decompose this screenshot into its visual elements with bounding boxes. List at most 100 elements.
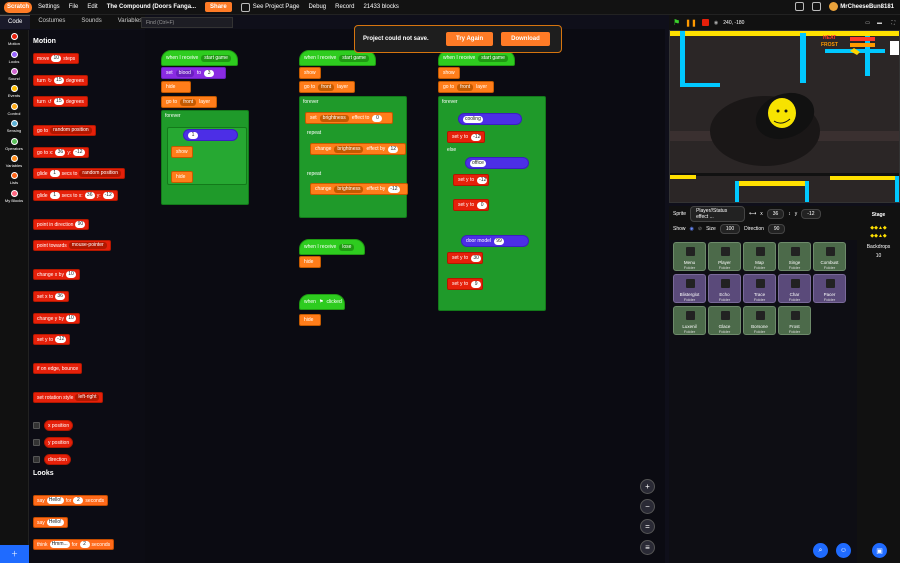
block-dropdown[interactable]: lose <box>339 243 355 251</box>
show-hidden-icon[interactable]: ⊘ <box>698 226 702 232</box>
hide-block[interactable]: hide <box>299 314 321 326</box>
cooling-condition[interactable]: cooling <box>458 113 522 125</box>
block-input[interactable]: 99 <box>494 237 505 245</box>
block-dropdown[interactable]: front <box>318 83 335 91</box>
category-motion[interactable]: Motion <box>0 32 28 47</box>
size-field[interactable]: 100 <box>719 223 741 234</box>
stop-icon[interactable] <box>701 19 709 26</box>
category-my-blocks[interactable]: My Blocks <box>0 189 28 204</box>
block-input[interactable]: office <box>470 159 486 167</box>
settings-menu[interactable]: Settings <box>38 4 60 10</box>
green-flag-icon[interactable]: ⚑ <box>673 18 680 27</box>
tab-sounds[interactable]: Sounds <box>73 15 109 29</box>
messages-icon[interactable] <box>795 2 805 11</box>
block-input[interactable]: -12 <box>73 149 85 156</box>
block-input[interactable]: 2 <box>73 497 84 504</box>
share-button[interactable]: Share <box>205 2 232 12</box>
block-input[interactable]: -12 <box>55 336 67 343</box>
stage-canvas[interactable]: HEAT FROST <box>669 30 900 203</box>
block-input[interactable]: 36 <box>55 149 66 156</box>
zoom-out-button[interactable]: − <box>640 499 655 514</box>
block-input[interactable]: 15 <box>53 98 64 105</box>
block-dropdown[interactable]: left-right <box>75 394 100 401</box>
block-input[interactable]: 10 <box>65 271 76 278</box>
block-input[interactable]: -12 <box>471 133 482 141</box>
x-field[interactable]: 36 <box>766 208 785 219</box>
block-input[interactable]: Hello! <box>46 497 64 504</box>
block-input[interactable]: Hello! <box>46 519 64 526</box>
block-dropdown[interactable]: front <box>457 83 474 91</box>
point-towards-block[interactable]: point towards mouse-pointer <box>33 240 111 251</box>
block-input[interactable]: 30 <box>471 254 482 262</box>
block-dropdown[interactable]: blood <box>175 69 194 77</box>
block-dropdown[interactable]: mouse-pointer <box>68 242 107 249</box>
set-x-block[interactable]: set x to 36 <box>33 291 70 302</box>
show-block[interactable]: show <box>171 146 193 158</box>
block-input[interactable]: 1 <box>188 131 198 139</box>
sprite-folder[interactable]: Combust Folder <box>813 242 846 271</box>
show-visible-icon[interactable]: ◉ <box>690 226 694 232</box>
block-input[interactable]: cooling <box>463 115 483 123</box>
set-y-block[interactable]: set y to -12 <box>33 334 71 345</box>
sprite-folder[interactable]: Menu Folder <box>673 242 706 271</box>
account-menu[interactable]: MrCheeseBun8181 <box>829 2 894 11</box>
find-input[interactable]: Find (Ctrl+F) <box>141 17 233 28</box>
set-y-block[interactable]: set y to 9 <box>447 278 483 290</box>
think-for-block[interactable]: think Hmm... for 2 seconds <box>33 539 115 550</box>
block-input[interactable]: 1 <box>49 170 60 177</box>
block-dropdown[interactable]: start game <box>201 54 231 62</box>
y-field[interactable]: -12 <box>801 208 821 219</box>
category-looks[interactable]: Looks <box>0 49 28 64</box>
hide-block[interactable]: hide <box>171 171 193 183</box>
block-input[interactable]: 2 <box>79 541 90 548</box>
turn-right-block[interactable]: turn ↻ 15 degrees <box>33 75 88 86</box>
sprite-folder[interactable]: Pacer Folder <box>813 274 846 303</box>
record-menu[interactable]: Record <box>335 4 354 10</box>
block-input[interactable]: 36 <box>55 293 66 300</box>
block-input[interactable]: 0 <box>477 201 488 209</box>
add-backdrop-button[interactable]: ▣ <box>872 543 887 558</box>
hide-block[interactable]: hide <box>161 81 191 93</box>
sprite-folder[interactable]: Luxenil Folder <box>673 306 706 335</box>
tab-costumes[interactable]: Costumes <box>30 15 73 29</box>
change-y-block[interactable]: change y by 10 <box>33 313 80 324</box>
small-stage-icon[interactable]: ▭ <box>865 20 870 26</box>
show-block[interactable]: show <box>299 67 321 79</box>
choose-sprite-button[interactable]: ☺ <box>836 543 851 558</box>
x-position-reporter[interactable]: x position <box>44 420 74 431</box>
y-position-checkbox[interactable] <box>33 439 40 446</box>
block-input[interactable]: 9 <box>471 280 482 288</box>
when-flag-clicked-hat-block[interactable]: when ⚑ clicked <box>299 294 345 310</box>
sprite-folder[interactable]: Echo Folder <box>708 274 741 303</box>
block-dropdown[interactable]: brightness <box>319 114 349 122</box>
when-receive-lose-hat-block[interactable]: when I receive lose <box>299 239 365 255</box>
set-effect-block[interactable]: set brightness effect to 0 <box>305 112 393 124</box>
sprite-folder[interactable]: Glace Folder <box>708 306 741 335</box>
direction-checkbox[interactable] <box>33 456 40 463</box>
edit-menu[interactable]: Edit <box>87 4 97 10</box>
block-dropdown[interactable]: random position <box>50 127 92 134</box>
block-input[interactable]: 12 <box>388 145 399 153</box>
condition-reporter[interactable]: 1 <box>183 129 238 141</box>
block-dropdown[interactable]: start game <box>478 54 508 62</box>
zoom-reset-button[interactable]: = <box>640 519 655 534</box>
block-dropdown[interactable]: brightness <box>334 185 364 193</box>
block-input[interactable]: 10 <box>51 55 62 62</box>
category-control[interactable]: Control <box>0 102 28 117</box>
bounce-block[interactable]: if on edge, bounce <box>33 363 83 374</box>
goto-xy-block[interactable]: go to x: 36 y: -12 <box>33 147 89 158</box>
sprite-folder[interactable]: Trace Folder <box>743 274 776 303</box>
go-to-layer-block[interactable]: go to front layer <box>438 81 494 93</box>
block-dropdown[interactable]: random position <box>79 170 121 177</box>
set-y-block[interactable]: set y to 30 <box>447 252 483 264</box>
file-menu[interactable]: File <box>69 4 79 10</box>
see-project-page-button[interactable]: See Project Page <box>240 2 299 12</box>
block-input[interactable]: -12 <box>388 185 400 193</box>
glide-random-block[interactable]: glide 1 secs to random position <box>33 168 125 179</box>
scratch-logo[interactable]: Scratch <box>4 1 32 13</box>
cleanup-button[interactable]: ≡ <box>640 540 655 555</box>
stage-panel[interactable]: Stage ◆◆▲◆ ◆◆▲◆ Backdrops 10 <box>857 206 900 563</box>
set-y-block[interactable]: set y to -12 <box>447 131 485 143</box>
direction-reporter[interactable]: direction <box>44 454 71 465</box>
extensions-button[interactable]: ＋ <box>0 545 29 563</box>
